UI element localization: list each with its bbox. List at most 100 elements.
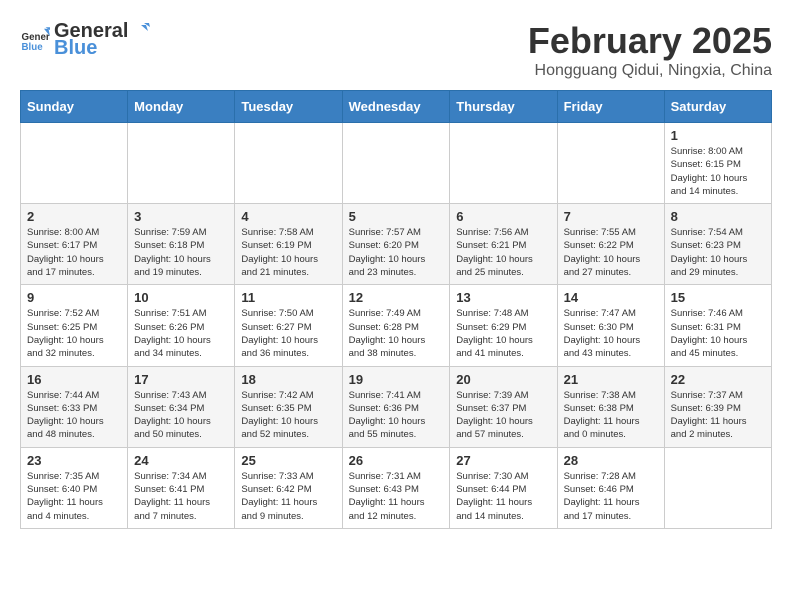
calendar-cell: 6Sunrise: 7:56 AM Sunset: 6:21 PM Daylig… bbox=[450, 204, 557, 285]
day-info: Sunrise: 7:47 AM Sunset: 6:30 PM Dayligh… bbox=[564, 307, 658, 360]
day-info: Sunrise: 7:55 AM Sunset: 6:22 PM Dayligh… bbox=[564, 226, 658, 279]
day-number: 5 bbox=[349, 209, 444, 224]
day-info: Sunrise: 7:50 AM Sunset: 6:27 PM Dayligh… bbox=[241, 307, 335, 360]
day-number: 17 bbox=[134, 372, 228, 387]
calendar-cell: 24 Sunrise: 7:34 AM Sunset: 6:41 PM Dayli… bbox=[128, 447, 235, 528]
calendar-cell: 3 Sunrise: 7:59 AM Sunset: 6:18 PM Daylig… bbox=[128, 204, 235, 285]
calendar-cell bbox=[450, 123, 557, 204]
day-info: Sunrise: 7:38 AM Sunset: 6:38 PM Dayligh… bbox=[564, 389, 658, 442]
day-number: 2 bbox=[27, 209, 121, 224]
day-number: 8 bbox=[671, 209, 765, 224]
weekday-header: Tuesday bbox=[235, 91, 342, 123]
day-info: Sunrise: 7:37 AM Sunset: 6:39 PM Dayligh… bbox=[671, 389, 765, 442]
calendar-cell: 25 Sunrise: 7:33 AM Sunset: 6:42 PM Dayli… bbox=[235, 447, 342, 528]
day-number: 27 bbox=[456, 453, 550, 468]
day-number: 15 bbox=[671, 290, 765, 305]
calendar-cell: 17 Sunrise: 7:43 AM Sunset: 6:34 PM Dayli… bbox=[128, 366, 235, 447]
logo: General Blue General Blue bbox=[20, 20, 154, 60]
day-number: 20 bbox=[456, 372, 550, 387]
day-number: 3 bbox=[134, 209, 228, 224]
day-number: 13 bbox=[456, 290, 550, 305]
day-number: 18 bbox=[241, 372, 335, 387]
calendar-cell: 21 Sunrise: 7:38 AM Sunset: 6:38 PM Dayli… bbox=[557, 366, 664, 447]
day-info: Sunrise: 7:28 AM Sunset: 6:46 PM Dayligh… bbox=[564, 470, 658, 523]
calendar-cell: 11 Sunrise: 7:50 AM Sunset: 6:27 PM Dayli… bbox=[235, 285, 342, 366]
day-number: 10 bbox=[134, 290, 228, 305]
month-title: February 2025 bbox=[528, 20, 772, 62]
calendar-cell: 15Sunrise: 7:46 AM Sunset: 6:31 PM Dayli… bbox=[664, 285, 771, 366]
weekday-header: Sunday bbox=[21, 91, 128, 123]
calendar: SundayMondayTuesdayWednesdayThursdayFrid… bbox=[20, 90, 772, 529]
day-number: 4 bbox=[241, 209, 335, 224]
day-info: Sunrise: 7:54 AM Sunset: 6:23 PM Dayligh… bbox=[671, 226, 765, 279]
day-info: Sunrise: 7:42 AM Sunset: 6:35 PM Dayligh… bbox=[241, 389, 335, 442]
calendar-cell: 10Sunrise: 7:51 AM Sunset: 6:26 PM Dayli… bbox=[128, 285, 235, 366]
calendar-cell: 22Sunrise: 7:37 AM Sunset: 6:39 PM Dayli… bbox=[664, 366, 771, 447]
day-info: Sunrise: 7:59 AM Sunset: 6:18 PM Dayligh… bbox=[134, 226, 228, 279]
day-number: 1 bbox=[671, 128, 765, 143]
day-info: Sunrise: 7:57 AM Sunset: 6:20 PM Dayligh… bbox=[349, 226, 444, 279]
calendar-cell bbox=[235, 123, 342, 204]
title-area: February 2025 Hongguang Qidui, Ningxia, … bbox=[528, 20, 772, 80]
calendar-cell: 1 Sunrise: 8:00 AM Sunset: 6:15 PM Daylig… bbox=[664, 123, 771, 204]
day-number: 16 bbox=[27, 372, 121, 387]
day-number: 19 bbox=[349, 372, 444, 387]
day-number: 7 bbox=[564, 209, 658, 224]
weekday-header: Monday bbox=[128, 91, 235, 123]
calendar-cell: 5 Sunrise: 7:57 AM Sunset: 6:20 PM Daylig… bbox=[342, 204, 450, 285]
day-number: 12 bbox=[349, 290, 444, 305]
calendar-cell: 19Sunrise: 7:41 AM Sunset: 6:36 PM Dayli… bbox=[342, 366, 450, 447]
location-title: Hongguang Qidui, Ningxia, China bbox=[528, 62, 772, 80]
day-number: 6 bbox=[456, 209, 550, 224]
day-number: 28 bbox=[564, 453, 658, 468]
day-info: Sunrise: 7:31 AM Sunset: 6:43 PM Dayligh… bbox=[349, 470, 444, 523]
day-number: 11 bbox=[241, 290, 335, 305]
calendar-cell: 23 Sunrise: 7:35 AM Sunset: 6:40 PM Dayli… bbox=[21, 447, 128, 528]
day-info: Sunrise: 7:34 AM Sunset: 6:41 PM Dayligh… bbox=[134, 470, 228, 523]
day-info: Sunrise: 7:35 AM Sunset: 6:40 PM Dayligh… bbox=[27, 470, 121, 523]
day-number: 23 bbox=[27, 453, 121, 468]
weekday-header: Friday bbox=[557, 91, 664, 123]
calendar-cell bbox=[557, 123, 664, 204]
day-info: Sunrise: 7:43 AM Sunset: 6:34 PM Dayligh… bbox=[134, 389, 228, 442]
day-info: Sunrise: 7:44 AM Sunset: 6:33 PM Dayligh… bbox=[27, 389, 121, 442]
day-info: Sunrise: 8:00 AM Sunset: 6:17 PM Dayligh… bbox=[27, 226, 121, 279]
day-number: 26 bbox=[349, 453, 444, 468]
day-info: Sunrise: 7:30 AM Sunset: 6:44 PM Dayligh… bbox=[456, 470, 550, 523]
day-info: Sunrise: 7:52 AM Sunset: 6:25 PM Dayligh… bbox=[27, 307, 121, 360]
calendar-cell bbox=[128, 123, 235, 204]
day-info: Sunrise: 7:48 AM Sunset: 6:29 PM Dayligh… bbox=[456, 307, 550, 360]
calendar-week-row: 16 Sunrise: 7:44 AM Sunset: 6:33 PM Dayli… bbox=[21, 366, 772, 447]
calendar-cell bbox=[342, 123, 450, 204]
day-info: Sunrise: 8:00 AM Sunset: 6:15 PM Dayligh… bbox=[671, 145, 765, 198]
day-info: Sunrise: 7:49 AM Sunset: 6:28 PM Dayligh… bbox=[349, 307, 444, 360]
svg-text:Blue: Blue bbox=[22, 42, 44, 53]
day-number: 9 bbox=[27, 290, 121, 305]
calendar-cell bbox=[664, 447, 771, 528]
day-info: Sunrise: 7:39 AM Sunset: 6:37 PM Dayligh… bbox=[456, 389, 550, 442]
day-number: 25 bbox=[241, 453, 335, 468]
calendar-cell: 8 Sunrise: 7:54 AM Sunset: 6:23 PM Daylig… bbox=[664, 204, 771, 285]
calendar-cell: 20 Sunrise: 7:39 AM Sunset: 6:37 PM Dayli… bbox=[450, 366, 557, 447]
calendar-week-row: 9 Sunrise: 7:52 AM Sunset: 6:25 PM Daylig… bbox=[21, 285, 772, 366]
weekday-header: Saturday bbox=[664, 91, 771, 123]
calendar-cell bbox=[21, 123, 128, 204]
calendar-cell: 18 Sunrise: 7:42 AM Sunset: 6:35 PM Dayli… bbox=[235, 366, 342, 447]
calendar-cell: 28 Sunrise: 7:28 AM Sunset: 6:46 PM Dayli… bbox=[557, 447, 664, 528]
day-info: Sunrise: 7:33 AM Sunset: 6:42 PM Dayligh… bbox=[241, 470, 335, 523]
day-number: 14 bbox=[564, 290, 658, 305]
calendar-cell: 9 Sunrise: 7:52 AM Sunset: 6:25 PM Daylig… bbox=[21, 285, 128, 366]
calendar-cell: 27 Sunrise: 7:30 AM Sunset: 6:44 PM Dayli… bbox=[450, 447, 557, 528]
calendar-cell: 12 Sunrise: 7:49 AM Sunset: 6:28 PM Dayli… bbox=[342, 285, 450, 366]
day-number: 21 bbox=[564, 372, 658, 387]
calendar-cell: 7 Sunrise: 7:55 AM Sunset: 6:22 PM Daylig… bbox=[557, 204, 664, 285]
calendar-cell: 4Sunrise: 7:58 AM Sunset: 6:19 PM Daylig… bbox=[235, 204, 342, 285]
calendar-week-row: 2 Sunrise: 8:00 AM Sunset: 6:17 PM Daylig… bbox=[21, 204, 772, 285]
day-number: 24 bbox=[134, 453, 228, 468]
calendar-week-row: 23 Sunrise: 7:35 AM Sunset: 6:40 PM Dayli… bbox=[21, 447, 772, 528]
calendar-cell: 14 Sunrise: 7:47 AM Sunset: 6:30 PM Dayli… bbox=[557, 285, 664, 366]
logo-icon: General Blue bbox=[20, 25, 50, 55]
calendar-week-row: 1 Sunrise: 8:00 AM Sunset: 6:15 PM Daylig… bbox=[21, 123, 772, 204]
weekday-header: Wednesday bbox=[342, 91, 450, 123]
logo-bird-icon bbox=[130, 21, 152, 43]
